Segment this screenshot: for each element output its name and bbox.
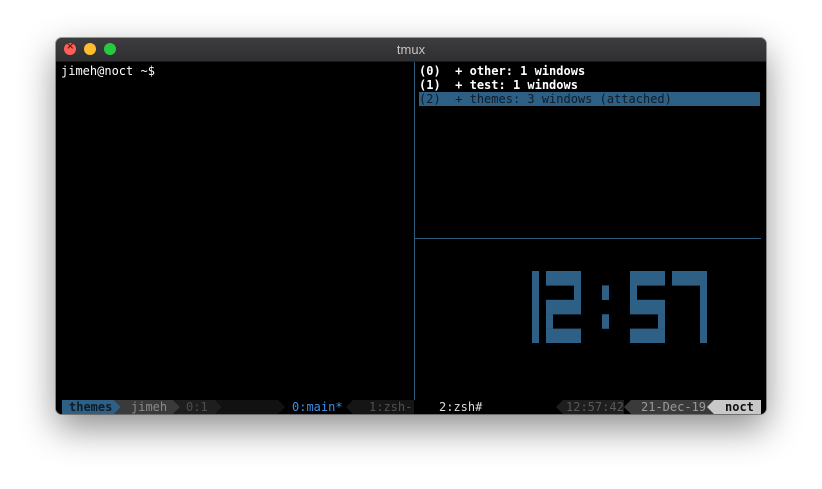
clock-pixel (637, 328, 644, 343)
clock-pixel (644, 299, 651, 315)
clock-pixel (700, 299, 707, 315)
status-session-name[interactable]: themes (69, 400, 112, 414)
status-time: 12:57:42 (566, 400, 624, 414)
clock-mode-display (532, 271, 707, 343)
window-tab-zsh-2[interactable]: 2:zsh# (439, 400, 482, 414)
status-date: 21-Dec-19 (641, 400, 707, 414)
clock-pixel (574, 328, 581, 343)
clock-pixel (574, 271, 581, 286)
session-index: (1) (419, 78, 441, 92)
clock-pixel (630, 285, 637, 300)
clock-pixel (700, 285, 707, 300)
clock-pixel (672, 271, 679, 286)
clock-pixel (686, 271, 693, 286)
clock-pixel (658, 328, 665, 343)
clock-pixel (700, 314, 707, 329)
clock-pixel (532, 299, 539, 315)
title-bar[interactable]: × tmux (56, 38, 766, 62)
session-label: + other: 1 windows (455, 64, 586, 78)
terminal-window: × tmux jimeh@noct ~$ (0) + other: 1 wind… (56, 38, 766, 414)
clock-pixel (630, 299, 637, 315)
clock-pixel (630, 328, 637, 343)
shell-prompt: jimeh@noct ~$ (61, 64, 155, 78)
clock-pixel (560, 328, 567, 343)
clock-pixel (546, 299, 553, 315)
clock-pixel (553, 328, 560, 343)
clock-pixel (567, 299, 574, 315)
clock-pixel (546, 314, 553, 329)
window-tab-zsh-1[interactable]: 1:zsh- (369, 400, 412, 414)
clock-pixel (532, 328, 539, 343)
status-user: jimeh (131, 400, 168, 414)
pane-fill-segment-bg (215, 400, 285, 414)
clock-pixel (553, 271, 560, 286)
status-pane: 0:1 (186, 400, 208, 414)
pane-divider-horizontal[interactable] (415, 238, 761, 239)
session-item-themes-selected[interactable]: (2) + themes: 3 windows (attached) (419, 92, 760, 106)
status-bar: themes jimeh 0:1 0:main* 1:zsh- 2:zsh# 1… (56, 400, 766, 414)
clock-pixel (532, 285, 539, 300)
clock-pixel (560, 299, 567, 315)
session-label: + test: 1 windows (455, 78, 578, 92)
clock-pixel (637, 271, 644, 286)
clock-pixel (560, 271, 567, 286)
clock-pixel (658, 314, 665, 329)
clock-pixel (637, 299, 644, 315)
clock-pixel (602, 314, 609, 329)
clock-pixel (574, 285, 581, 300)
clock-pixel (700, 271, 707, 286)
clock-digits (532, 271, 707, 343)
clock-pixel (574, 299, 581, 315)
clock-pixel (546, 328, 553, 343)
clock-pixel (532, 271, 539, 286)
session-label: + themes: 3 windows (attached) (455, 92, 672, 106)
clock-pixel (693, 271, 700, 286)
clock-pixel (602, 285, 609, 300)
clock-pixel (644, 271, 651, 286)
clock-pixel (567, 328, 574, 343)
session-item-other[interactable]: (0) + other: 1 windows (419, 64, 585, 78)
clock-pixel (644, 328, 651, 343)
window-tab-main[interactable]: 0:main* (292, 400, 343, 414)
clock-pixel (679, 271, 686, 286)
session-index: (2) (419, 92, 441, 106)
clock-pixel (658, 299, 665, 315)
session-index: (0) (419, 64, 441, 78)
clock-pixel (651, 271, 658, 286)
clock-pixel (567, 271, 574, 286)
session-item-test[interactable]: (1) + test: 1 windows (419, 78, 578, 92)
clock-pixel (700, 328, 707, 343)
clock-pixel (651, 299, 658, 315)
clock-pixel (658, 271, 665, 286)
clock-pixel (651, 328, 658, 343)
clock-pixel (546, 271, 553, 286)
window-title: tmux (396, 42, 426, 57)
status-host: noct (725, 400, 754, 414)
tmux-terminal[interactable]: jimeh@noct ~$ (0) + other: 1 windows (1)… (56, 62, 766, 414)
clock-pixel (630, 271, 637, 286)
clock-pixel (532, 314, 539, 329)
pane-divider-vertical[interactable] (414, 62, 415, 400)
clock-pixel (553, 299, 560, 315)
